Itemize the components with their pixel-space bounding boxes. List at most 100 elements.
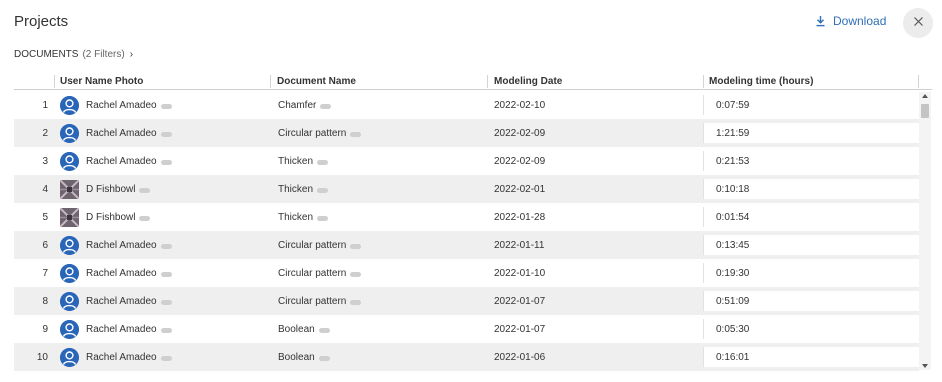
date-cell: 2022-02-09 [494,155,546,167]
user-cell: Rachel Amadeo [60,259,172,287]
document-name: Circular pattern [278,127,347,139]
more-options-icon[interactable] [139,187,151,193]
time-cell: 0:07:59 [703,91,919,119]
more-options-icon[interactable] [160,131,172,137]
more-options-icon[interactable] [160,299,172,305]
more-options-icon[interactable] [350,271,362,277]
table-row[interactable]: 2 Rachel Amadeo Circular pattern 2022-02-09… [14,119,919,147]
column-divider[interactable] [270,75,271,88]
column-header-date[interactable]: Modeling Date [494,76,562,87]
more-options-icon[interactable] [350,131,362,137]
document-name: Boolean [278,351,315,363]
more-options-icon[interactable] [160,243,172,249]
user-cell: D Fishbowl [60,175,151,203]
modeling-time: 0:13:45 [716,239,750,251]
document-name: Circular pattern [278,239,347,251]
user-name: Rachel Amadeo [86,99,157,111]
more-options-icon[interactable] [318,355,330,361]
document-cell: Circular pattern [278,119,362,147]
date-cell: 2022-02-01 [494,183,546,195]
time-cell: 0:10:18 [703,175,919,203]
modeling-time: 1:21:59 [716,127,750,139]
document-cell: Thicken [278,203,329,231]
download-icon [815,15,826,27]
scroll-down-icon[interactable] [922,364,928,368]
more-options-icon[interactable] [317,187,329,193]
user-cell: Rachel Amadeo [60,315,172,343]
user-cell: Rachel Amadeo [60,119,172,147]
close-button[interactable] [903,8,933,38]
column-header-user[interactable]: User Name Photo [60,76,143,87]
scroll-thumb[interactable] [921,104,929,118]
vertical-scrollbar[interactable] [919,92,931,370]
row-number: 10 [36,351,48,363]
avatar [60,263,79,283]
more-options-icon[interactable] [160,271,172,277]
modeling-time: 0:10:18 [716,183,750,195]
more-options-icon[interactable] [317,215,329,221]
user-name: D Fishbowl [86,211,136,223]
avatar [60,347,79,367]
page-title: Projects [14,13,69,30]
document-cell: Chamfer [278,91,332,119]
download-button[interactable]: Download [815,14,886,28]
user-name: Rachel Amadeo [86,155,157,167]
row-number: 1 [42,99,48,111]
table-row[interactable]: 8 Rachel Amadeo Circular pattern 2022-01-07… [14,287,919,315]
user-cell: Rachel Amadeo [60,343,172,371]
chevron-right-icon: › [129,49,134,60]
breadcrumb[interactable]: DOCUMENTS (2 Filters) › [14,49,133,60]
column-divider[interactable] [54,75,55,88]
table-row[interactable]: 5 D Fishbowl Thicken 2022-01-28 0:01:54 [14,203,919,231]
table-row[interactable]: 6 Rachel Amadeo Circular pattern 2022-01-11… [14,231,919,259]
more-options-icon[interactable] [139,215,151,221]
scroll-up-icon[interactable] [922,94,928,98]
more-options-icon[interactable] [350,243,362,249]
table-row[interactable]: 7 Rachel Amadeo Circular pattern 2022-01-10… [14,259,919,287]
header: Projects Download [0,0,942,46]
user-name: Rachel Amadeo [86,239,157,251]
row-number: 9 [42,323,48,335]
document-cell: Circular pattern [278,259,362,287]
breadcrumb-label: DOCUMENTS [14,49,79,60]
time-cell: 0:13:45 [703,231,919,259]
table-row[interactable]: 1 Rachel Amadeo Chamfer 2022-02-10 0:07:59 [14,91,919,119]
modeling-time: 0:19:30 [716,267,750,279]
more-options-icon[interactable] [318,327,330,333]
date-cell: 2022-02-10 [494,99,546,111]
more-options-icon[interactable] [350,299,362,305]
more-options-icon[interactable] [320,103,332,109]
column-header-document[interactable]: Document Name [277,76,356,87]
time-cell: 0:05:30 [703,315,919,343]
avatar [60,319,79,339]
document-cell: Thicken [278,175,329,203]
user-cell: Rachel Amadeo [60,147,172,175]
modeling-time: 0:16:01 [716,351,750,363]
row-number: 7 [42,267,48,279]
more-options-icon[interactable] [160,103,172,109]
more-options-icon[interactable] [160,327,172,333]
column-divider[interactable] [487,75,488,88]
document-name: Circular pattern [278,267,347,279]
column-header-time[interactable]: Modeling time (hours) [709,76,813,87]
more-options-icon[interactable] [160,159,172,165]
download-label: Download [833,14,887,28]
row-number: 2 [42,127,48,139]
time-cell: 0:01:54 [703,203,919,231]
more-options-icon[interactable] [317,159,329,165]
column-divider[interactable] [703,75,704,88]
table-row[interactable]: 10 Rachel Amadeo Boolean 2022-01-06 0:16:01 [14,343,919,371]
document-cell: Thicken [278,147,329,175]
user-cell: Rachel Amadeo [60,231,172,259]
user-name: Rachel Amadeo [86,127,157,139]
table-row[interactable]: 3 Rachel Amadeo Thicken 2022-02-09 0:21:53 [14,147,919,175]
user-name: Rachel Amadeo [86,323,157,335]
table-row[interactable]: 4 D Fishbowl Thicken 2022-02-01 0:10:18 [14,175,919,203]
documents-table: User Name Photo Document Name Modeling D… [14,72,932,371]
table-row[interactable]: 9 Rachel Amadeo Boolean 2022-01-07 0:05:30 [14,315,919,343]
date-cell: 2022-01-11 [494,239,545,251]
date-cell: 2022-02-09 [494,127,546,139]
column-divider[interactable] [918,75,919,88]
user-name: D Fishbowl [86,183,136,195]
more-options-icon[interactable] [160,355,172,361]
